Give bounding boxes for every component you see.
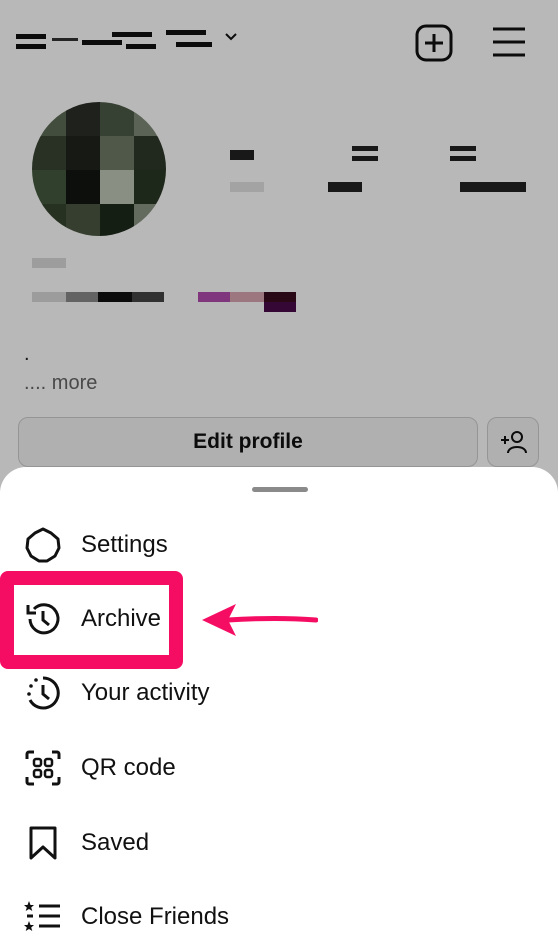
options-bottom-sheet: Settings Archive Your activity QR code S… [0,467,558,931]
pointer-arrow [202,604,318,636]
bookmark-icon [29,826,57,860]
menu-item-saved[interactable]: Saved [0,813,558,873]
menu-item-qr-code[interactable]: QR code [0,738,558,798]
menu-item-your-activity[interactable]: Your activity [0,663,558,723]
highlight-box [0,571,183,669]
menu-item-label: Your activity [81,679,210,706]
menu-item-label: Saved [81,829,150,856]
menu-item-settings[interactable]: Settings [0,515,558,575]
close-friends-list-icon [24,901,60,931]
menu-item-label: QR code [81,754,176,781]
menu-item-label: Settings [81,531,168,558]
activity-clock-icon [27,676,60,710]
drag-handle[interactable] [252,487,308,492]
settings-gear-icon [25,527,61,563]
menu-item-close-friends[interactable]: Close Friends [0,887,558,931]
qr-code-icon [25,750,61,786]
menu-item-label: Close Friends [81,903,230,930]
